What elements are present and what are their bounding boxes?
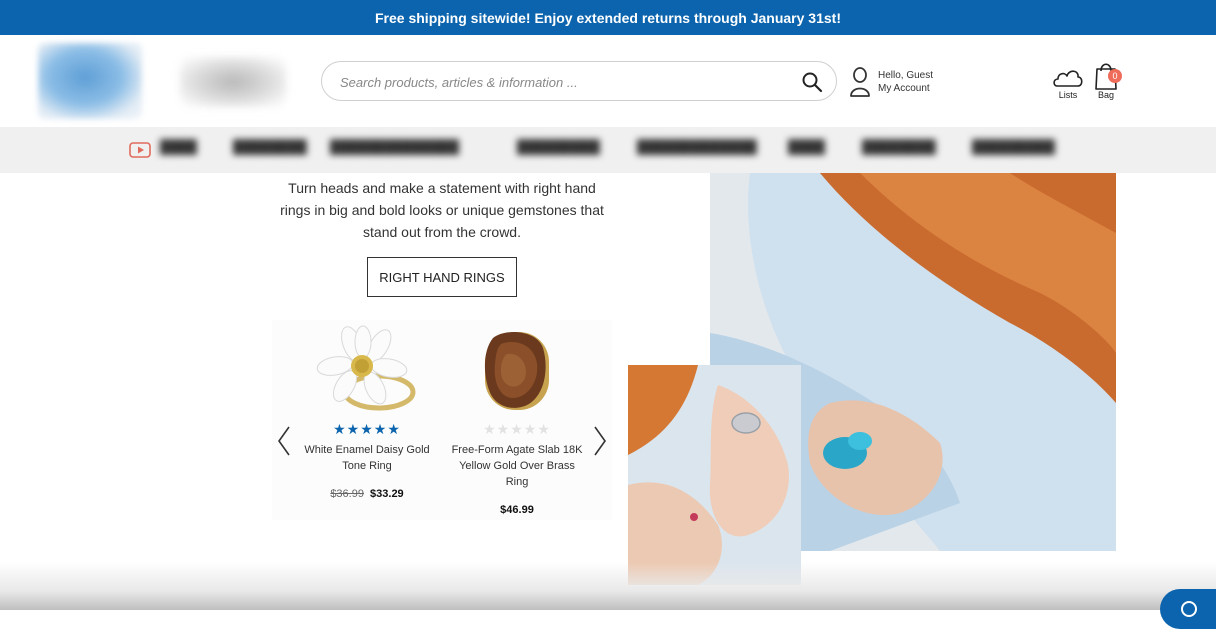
nav-item-8[interactable]: █████████ [972,139,1055,159]
chat-icon [1181,601,1197,617]
sale-price: $33.29 [370,488,404,500]
greeting-text: Hello, Guest [878,70,934,81]
chevron-left-icon[interactable] [274,424,294,458]
nav-item-6[interactable]: ████ [788,139,825,159]
lists-label: Lists [1058,90,1078,100]
promo-banner: Free shipping sitewide! Enjoy extended r… [0,0,1216,35]
original-price: $36.99 [330,488,364,500]
agate-ring-image[interactable] [457,324,577,420]
bag-count-badge: 0 [1108,69,1122,83]
chevron-right-icon[interactable] [590,424,610,458]
price-row: $36.99 $33.29 [297,488,437,500]
search-input[interactable] [340,71,780,93]
product-carousel: ★★★★★ White Enamel Daisy Gold Tone Ring … [272,320,612,520]
rating-stars: ★★★★★ [333,421,401,437]
account-link[interactable]: Hello, Guest My Account [849,67,969,97]
main-nav: ████ ████████ ██████████████ █████████ █… [0,127,1216,173]
nav-item-7[interactable]: ████████ [862,139,936,159]
lists-link[interactable]: Lists [1052,64,1084,102]
my-account-link[interactable]: My Account [878,83,930,94]
product-name[interactable]: Free-Form Agate Slab 18K Yellow Gold Ove… [447,442,587,490]
nav-item-5[interactable]: █████████████ [637,139,757,159]
brand-logo[interactable] [38,43,142,119]
hand-ring-image [628,365,801,585]
hero-description: Turn heads and make a statement with rig… [280,180,604,240]
nav-item-2[interactable]: ████████ [233,139,307,159]
chat-widget-button[interactable] [1160,589,1216,629]
brand-wordmark[interactable] [180,57,286,107]
price-row: $46.99 [447,504,587,516]
cloud-icon [1053,70,1083,87]
nav-item-3[interactable]: ██████████████ [330,139,459,159]
sale-price: $46.99 [500,504,534,516]
product-name[interactable]: White Enamel Daisy Gold Tone Ring [297,442,437,474]
site-header: Hello, Guest My Account Lists 0 Bag [0,35,1216,127]
user-icon [850,67,870,97]
product-card[interactable]: ★★★★★ Free-Form Agate Slab 18K Yellow Go… [447,320,587,520]
product-card[interactable]: ★★★★★ White Enamel Daisy Gold Tone Ring … [297,320,437,520]
nav-item-4[interactable]: █████████ [517,139,600,159]
rating-stars: ★★★★★ [483,421,551,437]
bag-link[interactable]: 0 Bag [1090,59,1122,103]
bag-label: Bag [1097,90,1114,100]
promo-text: Free shipping sitewide! Enjoy extended r… [375,9,841,26]
bottom-shadow [0,562,1216,610]
hand-ring-inset-photo[interactable] [628,365,801,585]
search-icon[interactable] [801,71,823,93]
daisy-ring-image[interactable] [307,324,427,420]
nav-item-1[interactable]: ████ [160,139,197,159]
play-icon[interactable] [129,142,151,158]
search-bar[interactable] [321,61,837,101]
right-hand-rings-button[interactable]: RIGHT HAND RINGS [367,257,517,297]
